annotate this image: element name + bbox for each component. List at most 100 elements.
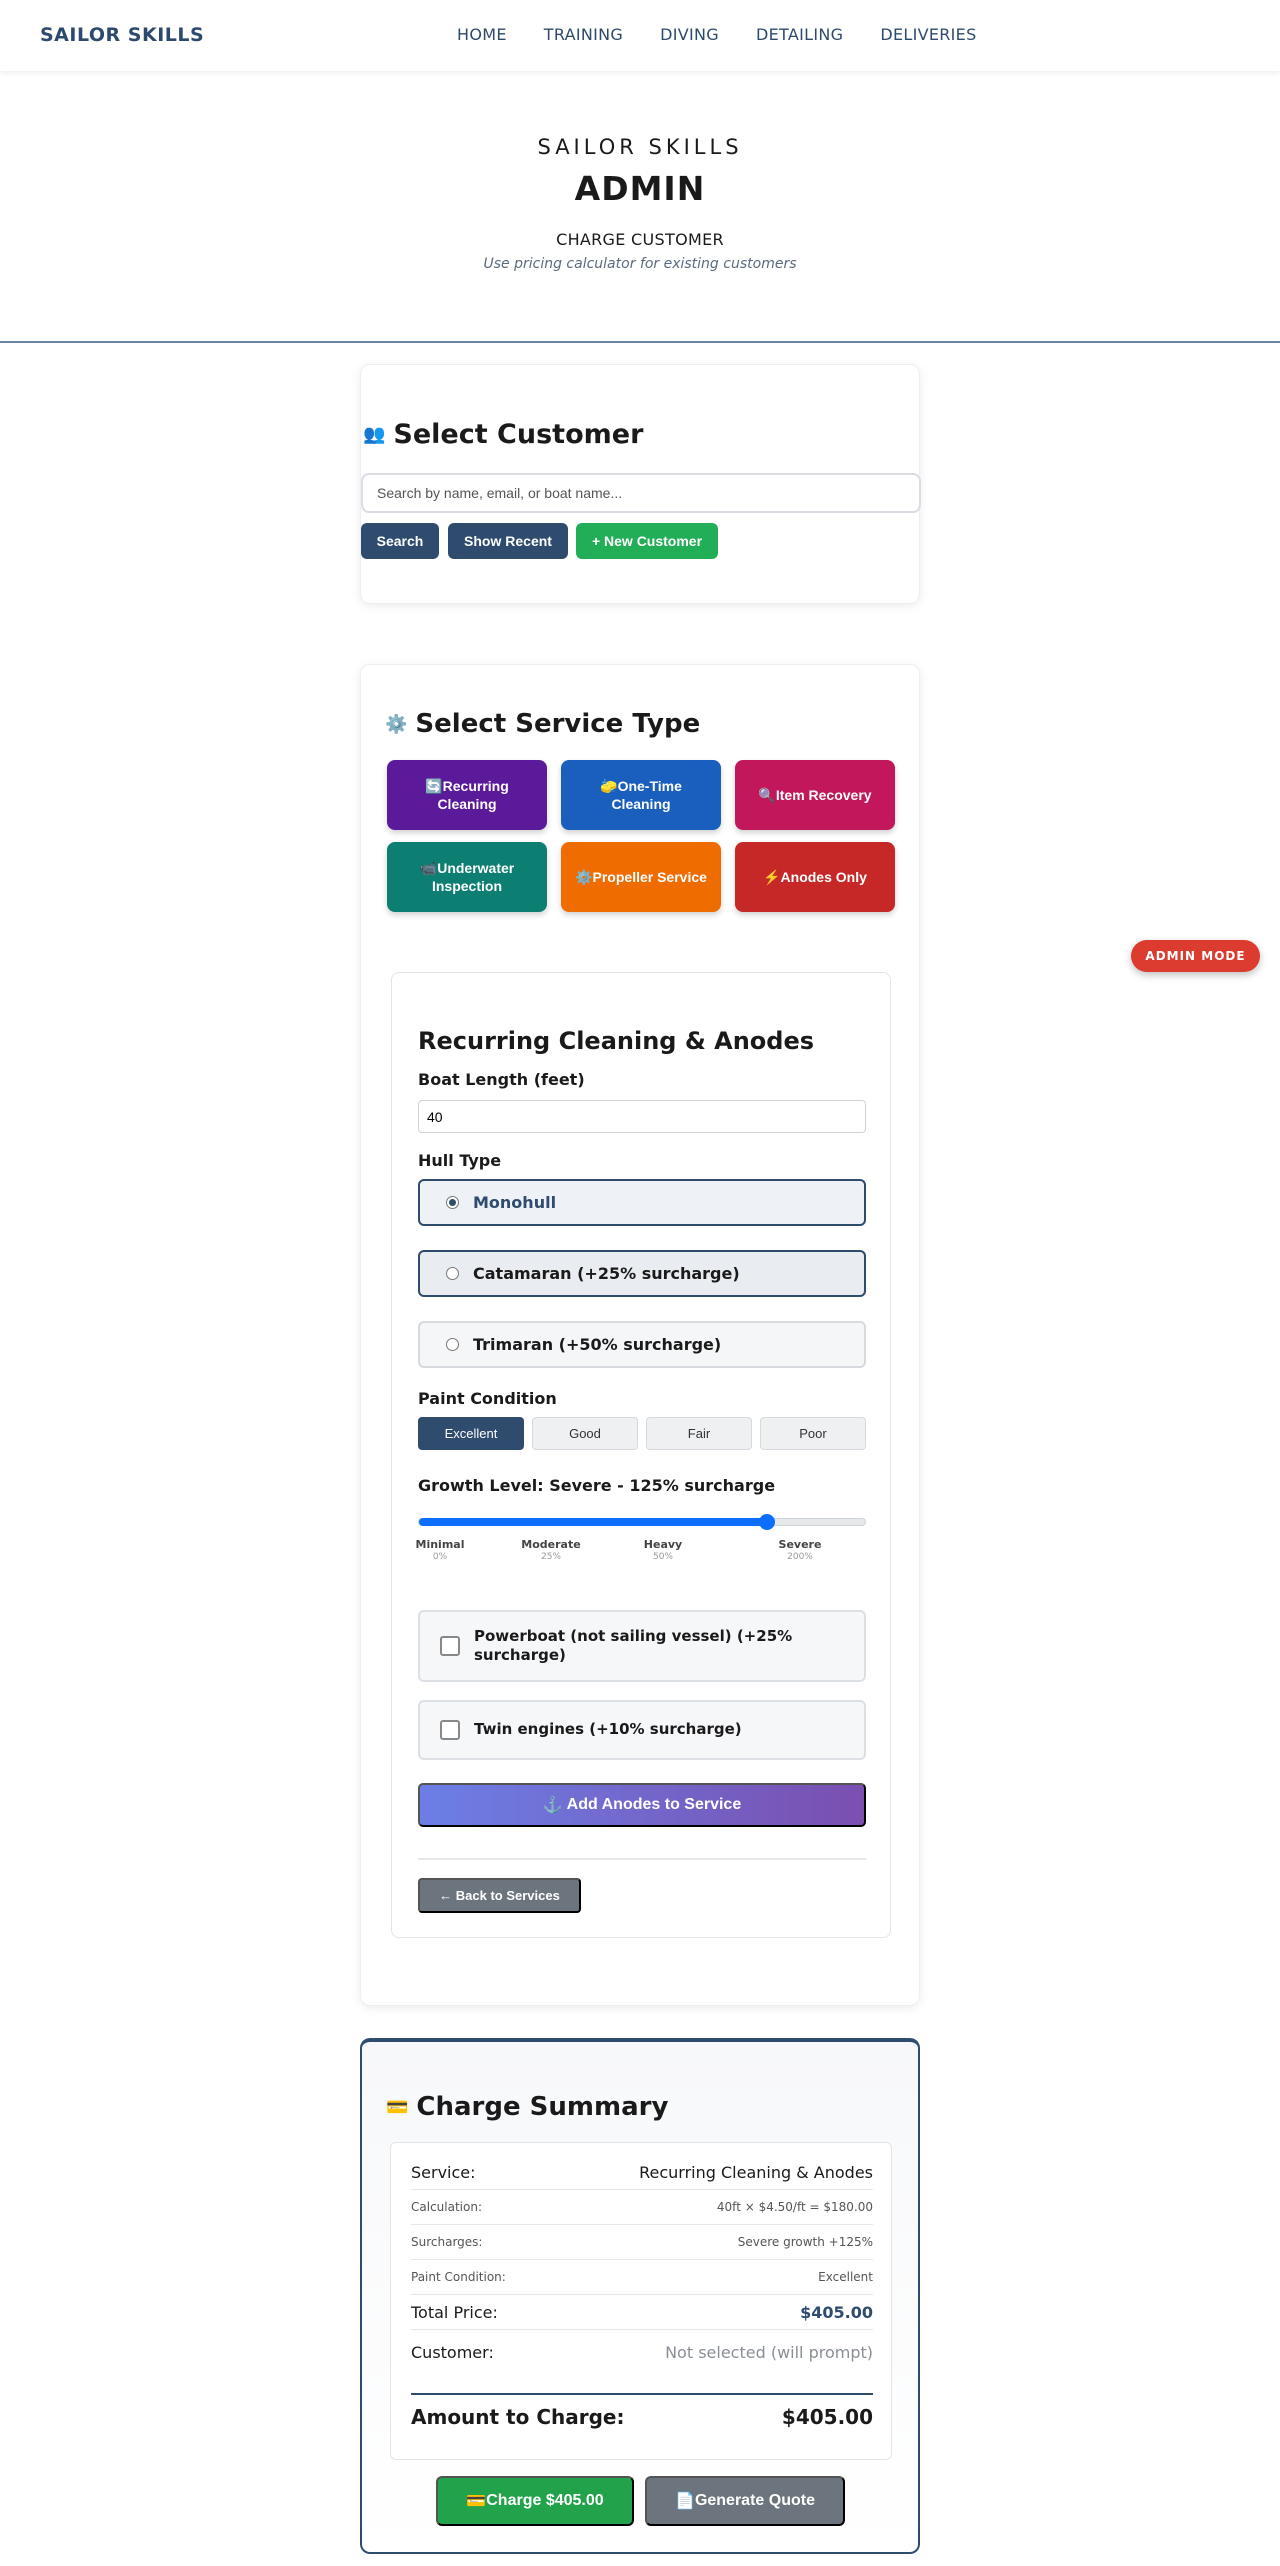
- nav-link-training[interactable]: TRAINING: [544, 25, 623, 44]
- radio-icon: [446, 1267, 459, 1280]
- select-service-title: Select Service Type: [415, 709, 701, 739]
- new-customer-button[interactable]: + New Customer: [576, 523, 718, 559]
- service-label: 🧽One-Time Cleaning: [600, 777, 682, 812]
- boat-length-input[interactable]: [418, 1100, 866, 1133]
- page-note: Use pricing calculator for existing cust…: [483, 256, 797, 272]
- top-navbar: SAILOR SKILLS HOME TRAINING DIVING DETAI…: [0, 0, 1280, 71]
- service-propeller-service-button[interactable]: ⚙️Propeller Service: [561, 842, 721, 912]
- powerboat-label: Powerboat (not sailing vessel) (+25% sur…: [474, 1626, 793, 1665]
- service-label: 🔄Recurring Cleaning: [425, 777, 509, 812]
- admin-mode-badge[interactable]: ADMIN MODE: [1131, 940, 1260, 972]
- hull-option-label: Monohull: [473, 1193, 557, 1212]
- service-label: 📹Underwater Inspection: [419, 859, 515, 894]
- lightning-icon: ⚡: [763, 868, 781, 885]
- customer-search-input[interactable]: [361, 473, 921, 513]
- select-service-card: ⚙️ Select Service Type 🔄Recurring Cleani…: [360, 664, 920, 2006]
- charge-summary-title: Charge Summary: [416, 2092, 669, 2122]
- paint-condition-label: Paint Condition: [418, 1389, 557, 1408]
- service-form: Recurring Cleaning & Anodes Boat Length …: [391, 972, 891, 1938]
- hero-brand: SAILOR SKILLS: [537, 135, 743, 159]
- hull-option-label: Trimaran (+50% surcharge): [473, 1335, 722, 1354]
- service-label: ⚡Anodes Only: [763, 868, 867, 885]
- service-one-time-cleaning-button[interactable]: 🧽One-Time Cleaning: [561, 760, 721, 830]
- customers-icon: 👥: [363, 424, 386, 445]
- service-underwater-inspection-button[interactable]: 📹Underwater Inspection: [387, 842, 547, 912]
- radio-selected-icon: [446, 1196, 459, 1209]
- hull-option-monohull[interactable]: Monohull: [418, 1179, 866, 1226]
- radio-icon: [446, 1338, 459, 1351]
- select-customer-heading: 👥 Select Customer: [363, 419, 643, 450]
- credit-card-icon: 💳: [466, 2493, 487, 2510]
- growth-level-slider[interactable]: [418, 1514, 866, 1530]
- charge-summary-card: 💳 Charge Summary Service: Recurring Clean…: [360, 2038, 920, 2554]
- summary-row-paint: Paint Condition: Excellent: [411, 2260, 873, 2295]
- paint-fair-button[interactable]: Fair: [646, 1417, 752, 1450]
- add-anodes-button[interactable]: ⚓ Add Anodes to Service: [418, 1783, 866, 1827]
- service-label: ⚙️Propeller Service: [575, 868, 707, 885]
- credit-card-icon: 💳: [386, 2096, 409, 2118]
- charge-button[interactable]: 💳 Charge $405.00: [436, 2476, 634, 2526]
- hero-header: SAILOR SKILLS ADMIN CHARGE CUSTOMER Use …: [0, 71, 1280, 343]
- select-customer-card: 👥 Select Customer Search Show Recent + N…: [360, 364, 921, 604]
- growth-tick-moderate: Moderate 25%: [521, 1538, 581, 1562]
- paint-good-button[interactable]: Good: [532, 1417, 638, 1450]
- nav-link-diving[interactable]: DIVING: [660, 25, 719, 44]
- gear-icon: ⚙️: [385, 713, 408, 735]
- slider-thumb[interactable]: [758, 1514, 775, 1530]
- slider-fill: [419, 1518, 767, 1526]
- form-divider: [418, 1858, 866, 1860]
- camera-icon: 📹: [419, 859, 438, 876]
- paint-condition-buttons: Excellent Good Fair Poor: [418, 1417, 866, 1450]
- boat-length-label: Boat Length (feet): [418, 1070, 585, 1089]
- summary-row-total: Total Price: $405.00: [411, 2295, 873, 2330]
- growth-tick-heavy: Heavy 50%: [643, 1538, 683, 1562]
- nav-link-home[interactable]: HOME: [457, 25, 507, 44]
- select-customer-title: Select Customer: [393, 419, 644, 450]
- twin-engines-checkbox[interactable]: Twin engines (+10% surcharge): [418, 1700, 866, 1760]
- growth-tick-severe: Severe 200%: [778, 1538, 822, 1562]
- sponge-icon: 🧽: [600, 777, 618, 794]
- growth-level-label: Growth Level: Severe - 125% surcharge: [418, 1476, 776, 1495]
- powerboat-checkbox[interactable]: Powerboat (not sailing vessel) (+25% sur…: [418, 1610, 866, 1682]
- anchor-icon: ⚓: [542, 1797, 563, 1814]
- service-type-grid: 🔄Recurring Cleaning 🧽One-Time Cleaning 🔍…: [387, 760, 895, 912]
- total-divider: [411, 2393, 873, 2395]
- page-title: ADMIN: [574, 169, 706, 208]
- gear-icon: ⚙️: [575, 868, 593, 885]
- hull-type-label: Hull Type: [418, 1151, 502, 1170]
- summary-row-surcharges: Surcharges: Severe growth +125%: [411, 2225, 873, 2260]
- back-to-services-button[interactable]: ← Back to Services: [418, 1878, 581, 1913]
- charge-summary-heading: 💳 Charge Summary: [386, 2092, 668, 2122]
- hull-option-catamaran[interactable]: Catamaran (+25% surcharge): [418, 1250, 866, 1297]
- generate-quote-button[interactable]: 📄 Generate Quote: [645, 2476, 845, 2526]
- brand-logo[interactable]: SAILOR SKILLS: [40, 24, 204, 46]
- nav-link-detailing[interactable]: DETAILING: [756, 25, 843, 44]
- summary-row-customer: Customer: Not selected (will prompt): [411, 2343, 873, 2362]
- service-label: 🔍Item Recovery: [758, 786, 872, 803]
- nav-links: HOME TRAINING DIVING DETAILING DELIVERIE…: [457, 25, 977, 44]
- twin-engines-label: Twin engines (+10% surcharge): [474, 1720, 742, 1739]
- service-recurring-cleaning-button[interactable]: 🔄Recurring Cleaning: [387, 760, 547, 830]
- service-anodes-only-button[interactable]: ⚡Anodes Only: [735, 842, 895, 912]
- checkbox-icon[interactable]: [440, 1636, 460, 1656]
- show-recent-button[interactable]: Show Recent: [448, 523, 568, 559]
- summary-table: Service: Recurring Cleaning & Anodes Calc…: [390, 2142, 892, 2460]
- page-subtitle: CHARGE CUSTOMER: [556, 230, 724, 249]
- nav-link-deliveries[interactable]: DELIVERIES: [880, 25, 976, 44]
- service-item-recovery-button[interactable]: 🔍Item Recovery: [735, 760, 895, 830]
- paint-excellent-button[interactable]: Excellent: [418, 1417, 524, 1450]
- hull-option-label: Catamaran (+25% surcharge): [473, 1264, 740, 1283]
- refresh-icon: 🔄: [425, 777, 443, 794]
- search-button[interactable]: Search: [361, 523, 439, 559]
- checkbox-icon[interactable]: [440, 1720, 460, 1740]
- select-service-heading: ⚙️ Select Service Type: [385, 709, 700, 739]
- document-icon: 📄: [675, 2493, 695, 2510]
- summary-row-service: Service: Recurring Cleaning & Anodes: [411, 2155, 873, 2190]
- form-title: Recurring Cleaning & Anodes: [418, 1027, 815, 1055]
- magnifier-icon: 🔍: [758, 786, 776, 803]
- summary-row-calculation: Calculation: 40ft × $4.50/ft = $180.00: [411, 2190, 873, 2225]
- growth-tick-minimal: Minimal 0%: [415, 1538, 465, 1562]
- amount-to-charge: Amount to Charge: $405.00: [411, 2405, 873, 2429]
- paint-poor-button[interactable]: Poor: [760, 1417, 866, 1450]
- hull-option-trimaran[interactable]: Trimaran (+50% surcharge): [418, 1321, 866, 1368]
